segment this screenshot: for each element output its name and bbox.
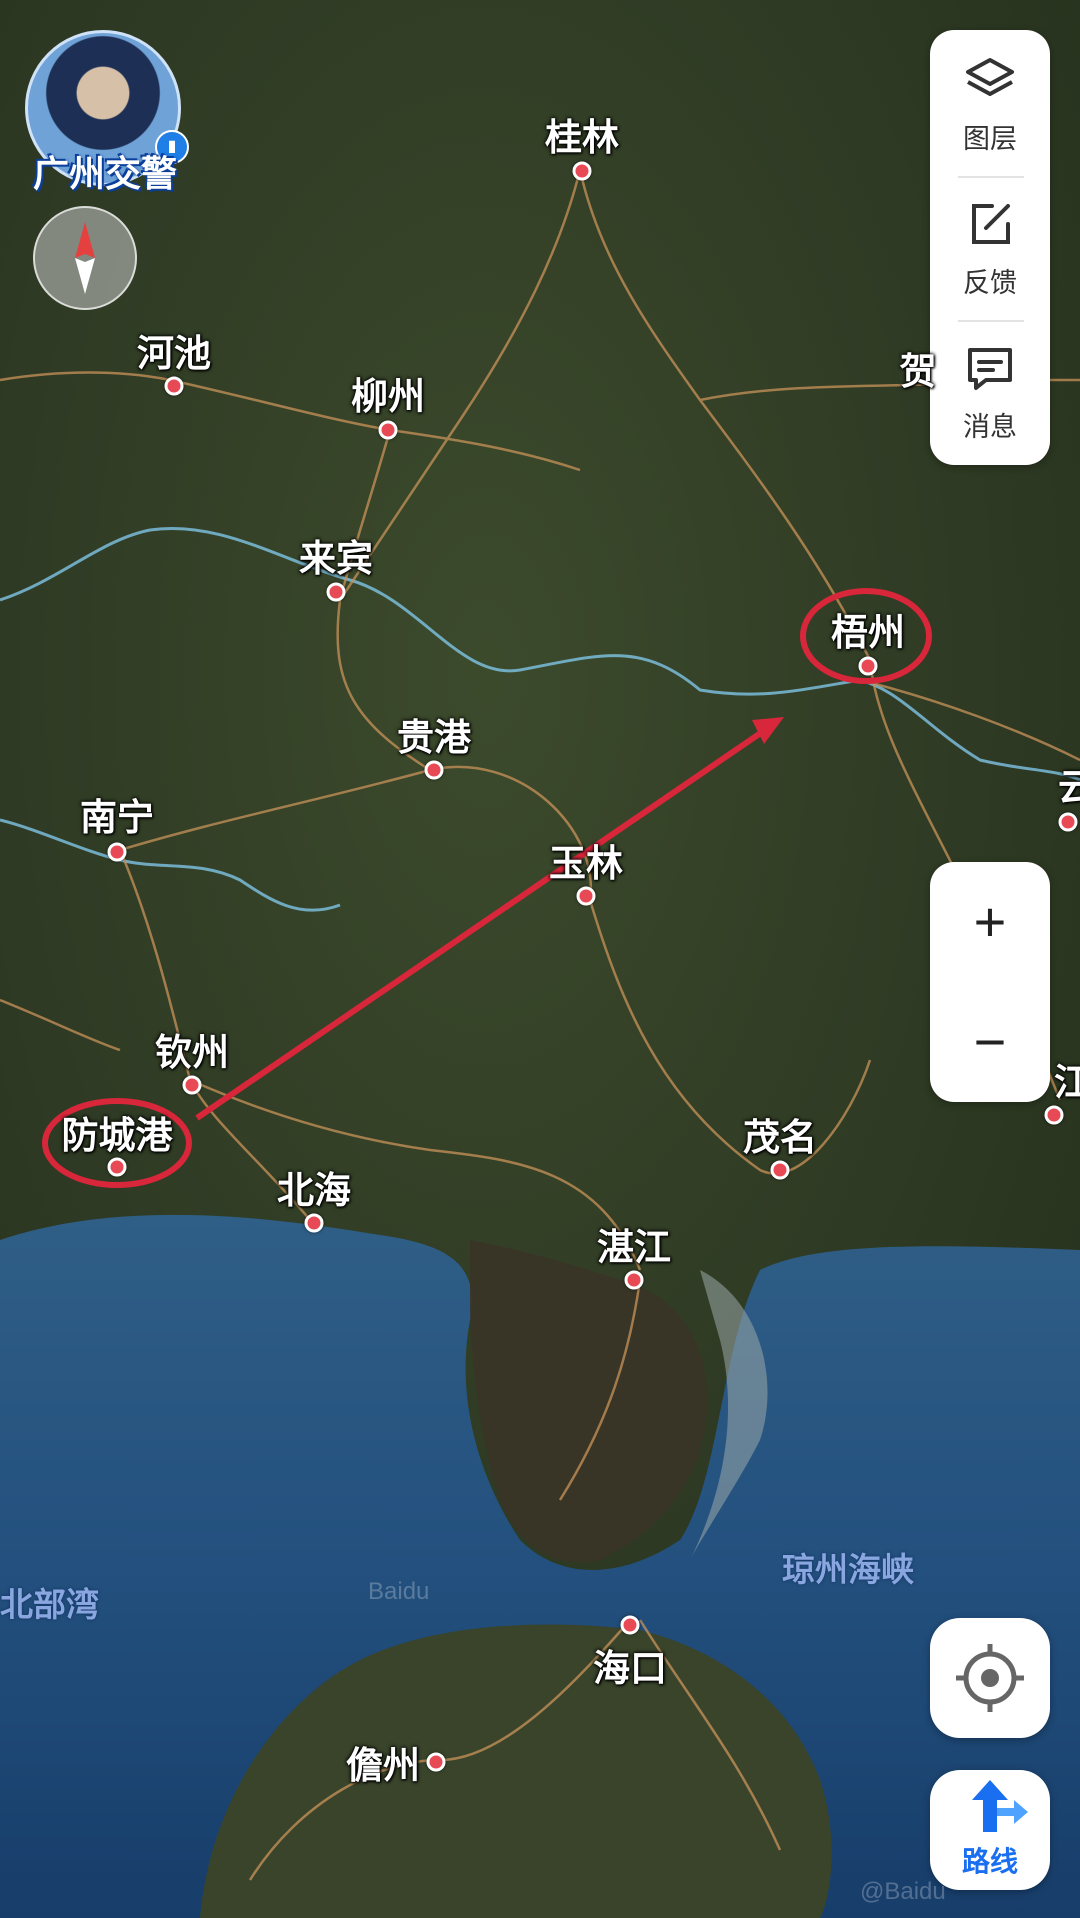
route-arrow-icon [972, 1780, 1028, 1832]
water-label-beibu-gulf: 北部湾 [0, 1586, 99, 1623]
map-watermark: Baidu [368, 1578, 430, 1605]
city-label: 柳州 [351, 376, 425, 417]
city-dot [107, 1157, 127, 1177]
city-dot [576, 886, 596, 906]
layers-icon [966, 58, 1014, 96]
map-watermark: @Baidu [860, 1878, 946, 1905]
map-toolbar: 图层 反馈 消息 [930, 30, 1050, 465]
city-label: 来宾 [299, 538, 373, 579]
city-label: 桂林 [545, 117, 619, 158]
city-label: 梧州 [831, 612, 905, 653]
city-label: 南宁 [80, 797, 154, 838]
city-label: 玉林 [549, 843, 623, 884]
city-dot [620, 1615, 640, 1635]
compass-icon [75, 222, 95, 294]
feedback-icon [972, 204, 1010, 244]
messages-button[interactable]: 消息 [930, 340, 1050, 444]
route-label: 路线 [961, 1846, 1018, 1877]
city-label: 河池 [137, 333, 211, 374]
message-icon [968, 348, 1012, 390]
avatar[interactable]: ▮ 广州交警 [20, 30, 189, 194]
route-button[interactable]: 路线 [930, 1770, 1050, 1890]
locate-icon [956, 1644, 1024, 1712]
city-dot [424, 760, 444, 780]
city-dot [378, 420, 398, 440]
feedback-button[interactable]: 反馈 [930, 196, 1050, 300]
avatar-caption: 广州交警 [32, 153, 177, 194]
city-dot [107, 842, 127, 862]
city-label: 江 [1054, 1062, 1080, 1103]
layers-label: 图层 [963, 124, 1017, 154]
zoom-out-button[interactable]: − [930, 1002, 1050, 1082]
city-dot [1044, 1105, 1064, 1125]
city-dot [304, 1213, 324, 1233]
feedback-label: 反馈 [963, 268, 1017, 298]
city-dot [164, 376, 184, 396]
city-dot [426, 1752, 446, 1772]
city-dot [572, 161, 592, 181]
city-label: 钦州 [155, 1032, 229, 1073]
locate-button[interactable] [930, 1618, 1050, 1738]
toolbar-divider [958, 176, 1024, 178]
layers-button[interactable]: 图层 [930, 52, 1050, 156]
zoom-control: + − [930, 862, 1050, 1102]
city-label: 湛江 [597, 1227, 671, 1268]
city-label: 贺 [899, 351, 937, 392]
city-label: 贵港 [397, 717, 471, 758]
city-label: 北海 [277, 1170, 351, 1211]
zoom-in-button[interactable]: + [930, 882, 1050, 962]
city-label: 海口 [593, 1648, 667, 1689]
city-label: 茂名 [743, 1117, 817, 1158]
city-dot [858, 656, 878, 676]
messages-label: 消息 [963, 412, 1017, 442]
city-dot [770, 1160, 790, 1180]
city-label: 防城港 [61, 1115, 173, 1156]
city-dot [624, 1270, 644, 1290]
satellite-map[interactable] [0, 0, 1080, 1918]
water-label-qiongzhou-strait: 琼州海峡 [782, 1551, 914, 1588]
compass-button[interactable] [33, 206, 137, 310]
city-dot [1058, 812, 1078, 832]
city-label: 儋州 [346, 1745, 420, 1786]
city-label: 云浮 [1058, 767, 1080, 808]
city-dot [182, 1075, 202, 1095]
toolbar-divider [958, 320, 1024, 322]
city-dot [326, 582, 346, 602]
